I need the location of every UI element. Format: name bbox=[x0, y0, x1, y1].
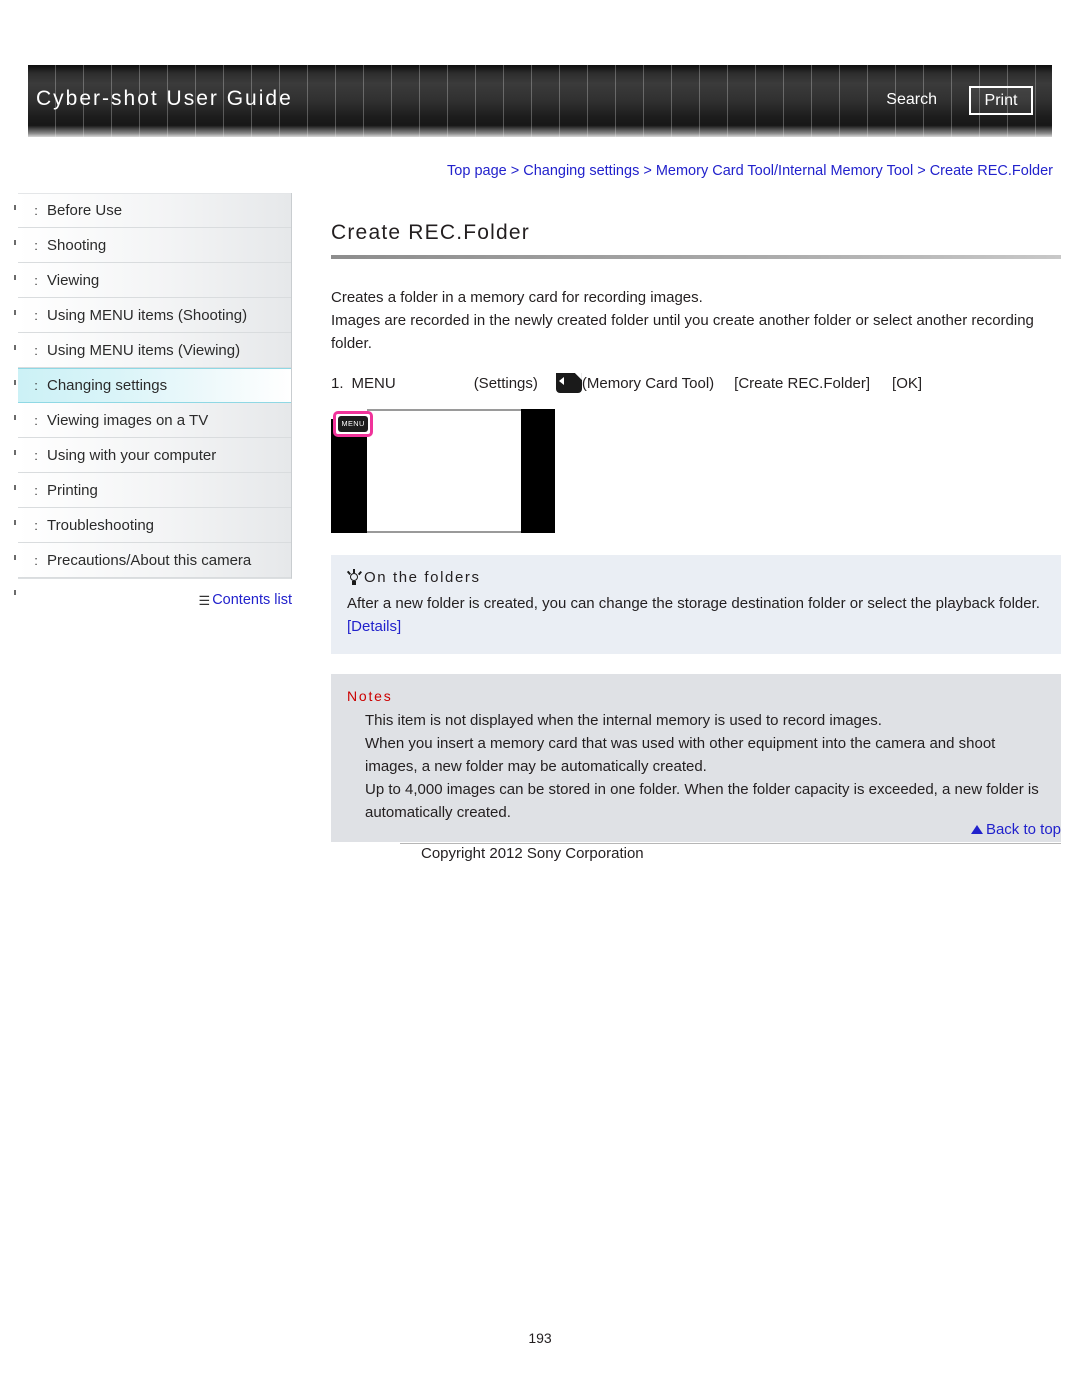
sidebar-tick bbox=[0, 228, 16, 263]
print-button[interactable]: Print bbox=[969, 86, 1033, 115]
sidebar-item-label: Using MENU items (Shooting) bbox=[47, 306, 248, 324]
lightbulb-icon bbox=[346, 568, 362, 586]
step-memory-card-tool-label: (Memory Card Tool) bbox=[581, 374, 715, 392]
sidebar-item-precautions-about-this-camera[interactable]: : Precautions/About this camera bbox=[18, 543, 291, 578]
sidebar-tick bbox=[0, 473, 16, 508]
page-title: Create REC.Folder bbox=[331, 221, 530, 244]
notes-box: Notes This item is not displayed when th… bbox=[331, 674, 1061, 842]
app-title: Cyber-shot User Guide bbox=[36, 87, 293, 110]
bullet-icon: : bbox=[34, 272, 38, 288]
sidebar-item-shooting[interactable]: : Shooting bbox=[18, 228, 291, 263]
step-create-rec-folder-label: [Create REC.Folder] bbox=[734, 374, 871, 392]
sidebar-tick bbox=[0, 368, 16, 403]
note-item: This item is not displayed when the inte… bbox=[365, 712, 882, 729]
sidebar-tick bbox=[0, 298, 16, 333]
sidebar-item-troubleshooting[interactable]: : Troubleshooting bbox=[18, 508, 291, 543]
page-number: 193 bbox=[528, 1330, 552, 1346]
bullet-icon: : bbox=[34, 342, 38, 358]
breadcrumb[interactable]: Top page > Changing settings > Memory Ca… bbox=[331, 163, 1053, 179]
sidebar-list: : Before Use : Shooting : Viewing : Usin… bbox=[18, 193, 292, 579]
camera-screen-right-bar bbox=[521, 409, 555, 533]
bullet-icon: : bbox=[34, 412, 38, 428]
sidebar-tick bbox=[0, 263, 16, 298]
camera-screen-center bbox=[367, 409, 521, 533]
notes-heading: Notes bbox=[347, 688, 393, 704]
bullet-icon: : bbox=[34, 517, 38, 533]
bullet-icon: : bbox=[34, 552, 38, 568]
sidebar-tick bbox=[0, 578, 16, 613]
menu-icon: MENU bbox=[338, 416, 368, 432]
main-content: Create REC.Folder Creates a folder in a … bbox=[331, 221, 1061, 842]
intro-paragraph-2: Images are recorded in the newly created… bbox=[331, 312, 1034, 352]
sidebar-tick bbox=[0, 333, 16, 368]
details-link[interactable]: [Details] bbox=[347, 618, 401, 635]
sidebar-item-changing-settings[interactable]: : Changing settings bbox=[18, 368, 291, 403]
notes-list: This item is not displayed when the inte… bbox=[347, 709, 1045, 824]
note-item: When you insert a memory card that was u… bbox=[365, 735, 996, 775]
list-icon: ☰ bbox=[198, 593, 211, 608]
sidebar-item-label: Troubleshooting bbox=[47, 516, 155, 534]
sidebar-item-using-menu-viewing[interactable]: : Using MENU items (Viewing) bbox=[18, 333, 291, 368]
sidebar-item-viewing[interactable]: : Viewing bbox=[18, 263, 291, 298]
bullet-icon: : bbox=[34, 482, 38, 498]
search-button[interactable]: Search bbox=[886, 91, 937, 109]
footer-divider bbox=[400, 843, 1061, 844]
header-banner: Cyber-shot User Guide Search Print bbox=[28, 65, 1052, 137]
lightbulb-rays bbox=[346, 568, 362, 586]
contents-list-link[interactable]: ☰ Contents list bbox=[18, 592, 292, 609]
tip-heading: On the folders bbox=[346, 568, 1045, 586]
sidebar-item-label: Before Use bbox=[47, 202, 123, 219]
bullet-icon: : bbox=[34, 447, 38, 463]
tip-heading-label: On the folders bbox=[364, 569, 481, 586]
back-to-top-link[interactable]: Back to top bbox=[331, 821, 1061, 838]
sidebar-tick bbox=[0, 508, 16, 543]
back-to-top-label: Back to top bbox=[985, 821, 1061, 838]
tip-text: After a new folder is created, you can c… bbox=[347, 592, 1045, 638]
camera-screen-figure: MENU bbox=[331, 409, 555, 533]
sidebar-item-label: Printing bbox=[47, 481, 98, 499]
contents-list-label: Contents list bbox=[212, 592, 292, 608]
sidebar-item-using-menu-shooting[interactable]: : Using MENU items (Shooting) bbox=[18, 298, 291, 333]
bullet-icon: : bbox=[34, 237, 38, 253]
sidebar-item-label: Shooting bbox=[47, 236, 107, 254]
menu-button-highlight[interactable]: MENU bbox=[333, 411, 373, 437]
sidebar-item-before-use[interactable]: : Before Use bbox=[18, 193, 291, 228]
sidebar-tick bbox=[0, 193, 16, 228]
menu-icon-label: MENU bbox=[341, 420, 365, 428]
bullet-icon: : bbox=[34, 203, 38, 218]
title-divider bbox=[331, 255, 1061, 259]
memory-card-icon bbox=[555, 373, 582, 393]
step-menu-label: MENU bbox=[351, 374, 396, 392]
sidebar-item-label: Viewing bbox=[47, 271, 100, 289]
sidebar-tick-marks bbox=[0, 193, 16, 613]
copyright-text: Copyright 2012 Sony Corporation bbox=[421, 845, 644, 862]
tip-body: After a new folder is created, you can c… bbox=[347, 595, 1040, 612]
triangle-up-icon bbox=[970, 825, 983, 834]
step-number: 1. bbox=[331, 374, 344, 392]
step-1-instruction: 1. MENU (Settings) (Memory Card Tool) [C… bbox=[331, 373, 1061, 393]
intro-paragraph-1: Creates a folder in a memory card for re… bbox=[331, 289, 703, 306]
bullet-icon: : bbox=[34, 307, 38, 323]
sidebar-item-label: Using with your computer bbox=[47, 446, 217, 464]
sidebar-tick bbox=[0, 403, 16, 438]
sidebar-item-viewing-images-on-tv[interactable]: : Viewing images on a TV bbox=[18, 403, 291, 438]
tip-box: On the folders After a new folder is cre… bbox=[331, 555, 1061, 654]
step-ok-label: [OK] bbox=[892, 374, 923, 392]
sidebar-tick bbox=[0, 543, 16, 578]
sidebar-item-using-with-your-computer[interactable]: : Using with your computer bbox=[18, 438, 291, 473]
sidebar-item-printing[interactable]: : Printing bbox=[18, 473, 291, 508]
sidebar-item-label: Precautions/About this camera bbox=[47, 551, 252, 569]
sidebar-item-label: Changing settings bbox=[47, 377, 168, 394]
sidebar-item-label: Viewing images on a TV bbox=[47, 411, 209, 429]
step-settings-label: (Settings) bbox=[473, 374, 538, 392]
note-item: Up to 4,000 images can be stored in one … bbox=[365, 781, 1039, 821]
sidebar-nav: : Before Use : Shooting : Viewing : Usin… bbox=[18, 193, 292, 579]
sidebar-tick bbox=[0, 438, 16, 473]
bullet-icon: : bbox=[34, 378, 38, 393]
sidebar-item-label: Using MENU items (Viewing) bbox=[47, 341, 241, 359]
